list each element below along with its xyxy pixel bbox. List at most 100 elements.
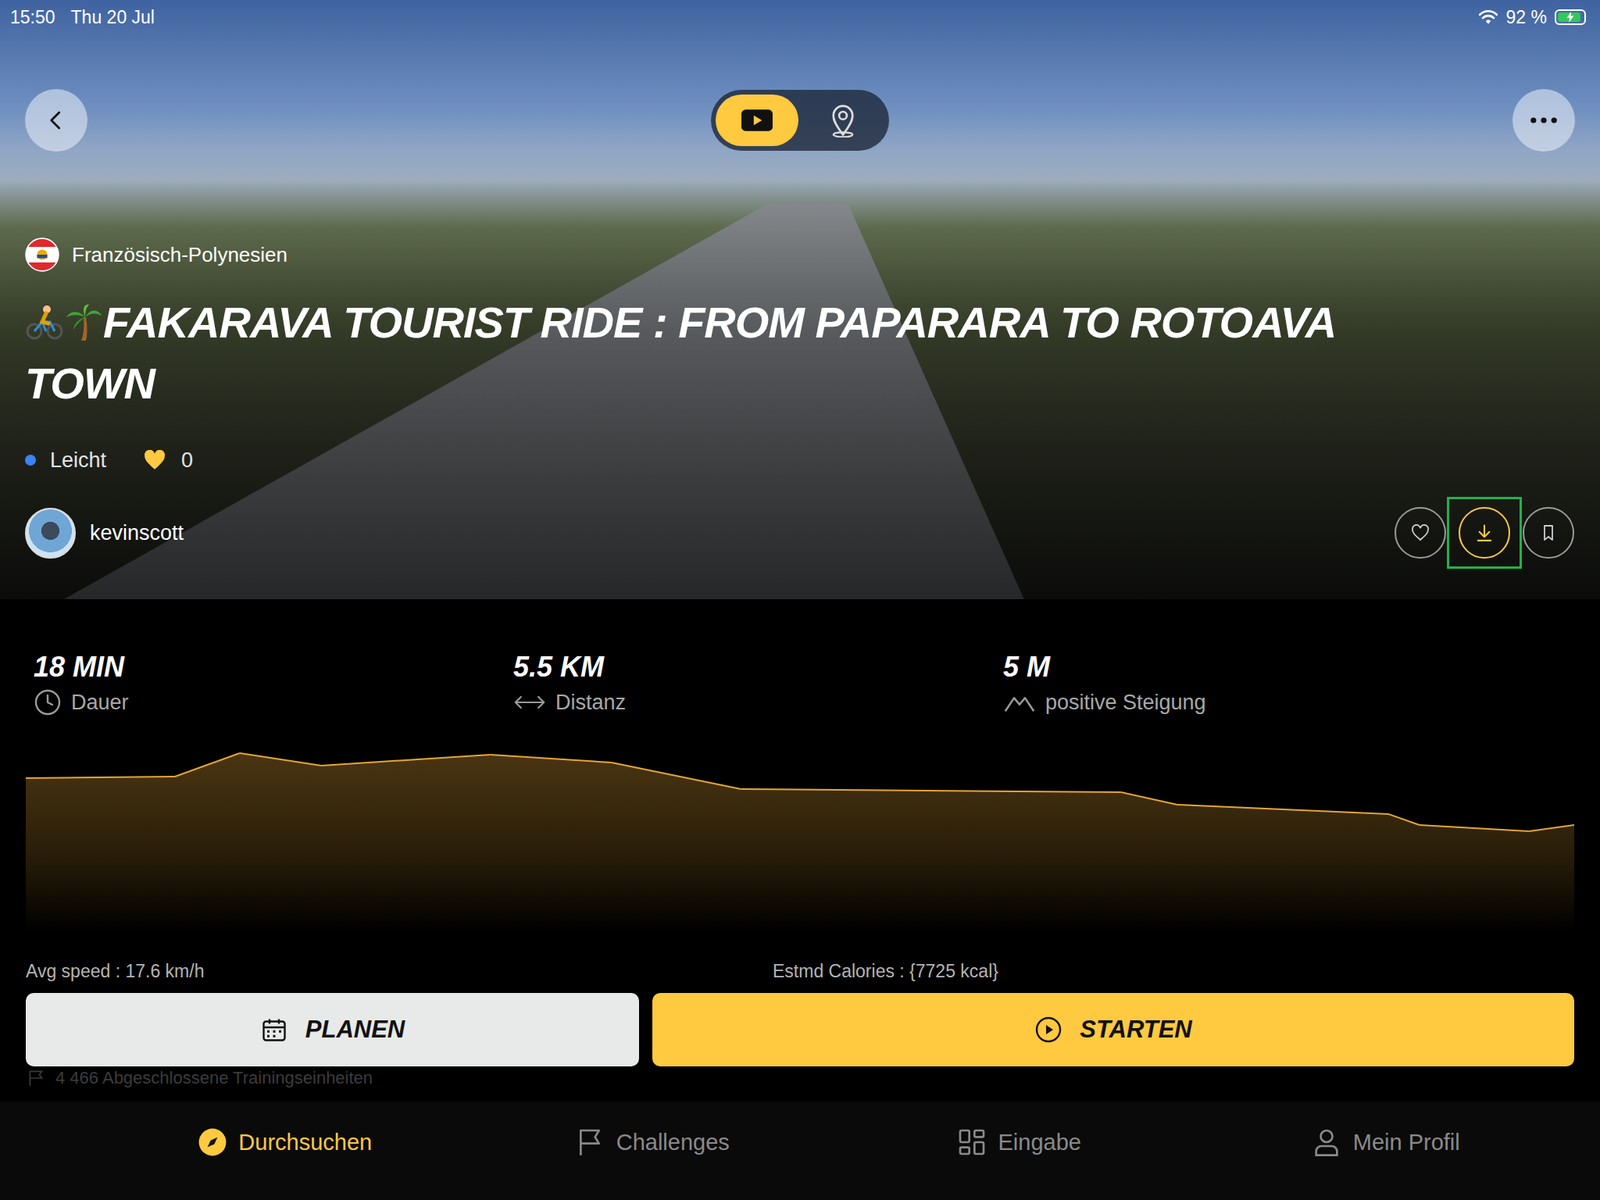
clock-icon [33, 688, 62, 717]
cyclist-icon [25, 303, 65, 343]
elevation-area [25, 753, 1575, 933]
elevation-line [740, 789, 1121, 793]
calendar-icon [260, 1015, 289, 1044]
stats: 18 MIN Dauer5.5 KM Distanz5 M positive S… [25, 649, 1575, 717]
battery-icon [1554, 9, 1586, 25]
tab-item[interactable]: Durchsuchen [101, 1101, 469, 1200]
stat: 5.5 KM Distanz [513, 649, 1004, 717]
heart-outline-icon [1410, 524, 1430, 542]
play-circle-icon [1034, 1015, 1063, 1044]
like-button[interactable] [1394, 507, 1447, 559]
bolt-icon [1566, 11, 1575, 23]
more-icon [1529, 116, 1558, 125]
view-toggle-option[interactable] [801, 94, 885, 147]
stat-label-text: positive Steigung [1045, 690, 1207, 715]
wifi-icon [1478, 9, 1499, 25]
plan-button[interactable]: PLANEN [25, 992, 640, 1067]
ride-info: Avg speed : 17.6 km/h Estmd Calories : {… [25, 960, 1575, 983]
country-row: Französisch-Polynesien [25, 237, 1575, 272]
mountain-icon [1003, 689, 1036, 716]
button-label: STARTEN [1079, 1015, 1193, 1044]
action-highlight [1446, 496, 1522, 569]
heart-icon [143, 450, 166, 471]
french-polynesia-flag-icon [25, 237, 60, 272]
hero: 15:50 Thu 20 Jul 92 % Französisch-Polyne… [0, 0, 1600, 600]
tab-label: Mein Profil [1353, 1129, 1461, 1156]
stat-value: 18 MIN [33, 649, 514, 686]
tab-item[interactable]: Challenges [468, 1101, 836, 1200]
country-name: Französisch-Polynesien [71, 242, 288, 268]
completed-count: 4 466 Abgeschlossene Trainingseinheiten [25, 1066, 1575, 1090]
author-name: kevinscott [89, 521, 184, 546]
download-button[interactable] [1458, 507, 1511, 559]
elevation-line [1528, 825, 1575, 832]
actions [1393, 496, 1575, 569]
action-highlight [1510, 496, 1586, 569]
distance-arrows-icon [513, 689, 547, 716]
finish-flag-icon [25, 1067, 47, 1089]
ride-title: FAKARAVA TOURIST RIDE : FROM PAPARARA TO… [25, 292, 1369, 415]
palm-tree-icon [64, 303, 104, 343]
person-icon [1310, 1126, 1343, 1158]
date: Thu 20 Jul [71, 7, 155, 29]
time: 15:50 [10, 7, 56, 29]
download-icon [1473, 521, 1496, 544]
stat-label: Dauer [33, 688, 514, 717]
elevation-line [321, 754, 490, 766]
avatar [25, 507, 76, 559]
top-bar [25, 89, 1575, 152]
hero-content: Französisch-Polynesien FAKARAVA TOURIST … [0, 32, 1600, 600]
tab-item[interactable]: Mein Profil [1202, 1101, 1570, 1200]
stat-label-text: Distanz [555, 690, 626, 715]
compass-icon [197, 1127, 228, 1158]
ride-detail-screen: 15:50 Thu 20 Jul 92 % Französisch-Polyne… [0, 0, 1600, 1200]
more-button[interactable] [1512, 89, 1575, 152]
video-icon [740, 107, 774, 133]
elevation-line [25, 776, 175, 779]
elevation-line [490, 754, 612, 763]
author-row: kevinscott [25, 496, 1575, 569]
chevron-left-icon [44, 108, 68, 133]
status-right: 92 % [1478, 7, 1586, 29]
tab-bar: Durchsuchen Challenges Eingabe Mein Prof… [0, 1101, 1600, 1200]
grid-icon [956, 1126, 988, 1158]
elevation-line [1121, 792, 1178, 805]
tab-item[interactable]: Eingabe [835, 1101, 1203, 1200]
tab-label: Eingabe [998, 1129, 1082, 1156]
elevation-line [1177, 804, 1389, 815]
completed-text: 4 466 Abgeschlossene Trainingseinheiten [55, 1066, 373, 1090]
stat: 5 M positive Steigung [1003, 649, 1575, 717]
view-toggle [710, 89, 890, 151]
tab-label: Durchsuchen [238, 1129, 372, 1156]
elevation-line [175, 753, 240, 777]
elevation-line [239, 753, 322, 766]
avg-speed: Avg speed : 17.6 km/h [25, 960, 773, 983]
flag-icon [574, 1126, 606, 1158]
stat: 18 MIN Dauer [33, 649, 514, 717]
meta-row: Leicht 0 [25, 446, 1575, 474]
elevation-line [1419, 825, 1530, 832]
button-label: PLANEN [305, 1015, 405, 1044]
status-left: 15:50 Thu 20 Jul [10, 7, 155, 29]
stat-value: 5 M [1003, 649, 1575, 686]
status-bar: 15:50 Thu 20 Jul 92 % [0, 0, 1600, 33]
elevation-line [611, 762, 742, 790]
ride-details: 18 MIN Dauer5.5 KM Distanz5 M positive S… [0, 599, 1600, 1102]
battery-percent: 92 % [1506, 7, 1547, 29]
bookmark-icon [1539, 523, 1558, 543]
start-button[interactable]: STARTEN [652, 992, 1575, 1067]
elevation-chart [25, 732, 1575, 933]
buttons: PLANEN STARTEN [25, 992, 1575, 1067]
stat-label: Distanz [513, 688, 1004, 717]
calories: Estmd Calories : {7725 kcal} [772, 960, 999, 983]
like-count: 0 [181, 448, 193, 473]
stat-value: 5.5 KM [513, 649, 1004, 686]
difficulty: Leicht [50, 448, 107, 473]
author[interactable]: kevinscott [25, 507, 184, 559]
difficulty-dot [25, 454, 36, 466]
back-button[interactable] [25, 89, 88, 152]
bookmark-button[interactable] [1522, 507, 1575, 559]
elevation-line [1388, 814, 1420, 825]
stat-label: positive Steigung [1003, 688, 1575, 717]
view-toggle-option[interactable] [715, 94, 799, 147]
